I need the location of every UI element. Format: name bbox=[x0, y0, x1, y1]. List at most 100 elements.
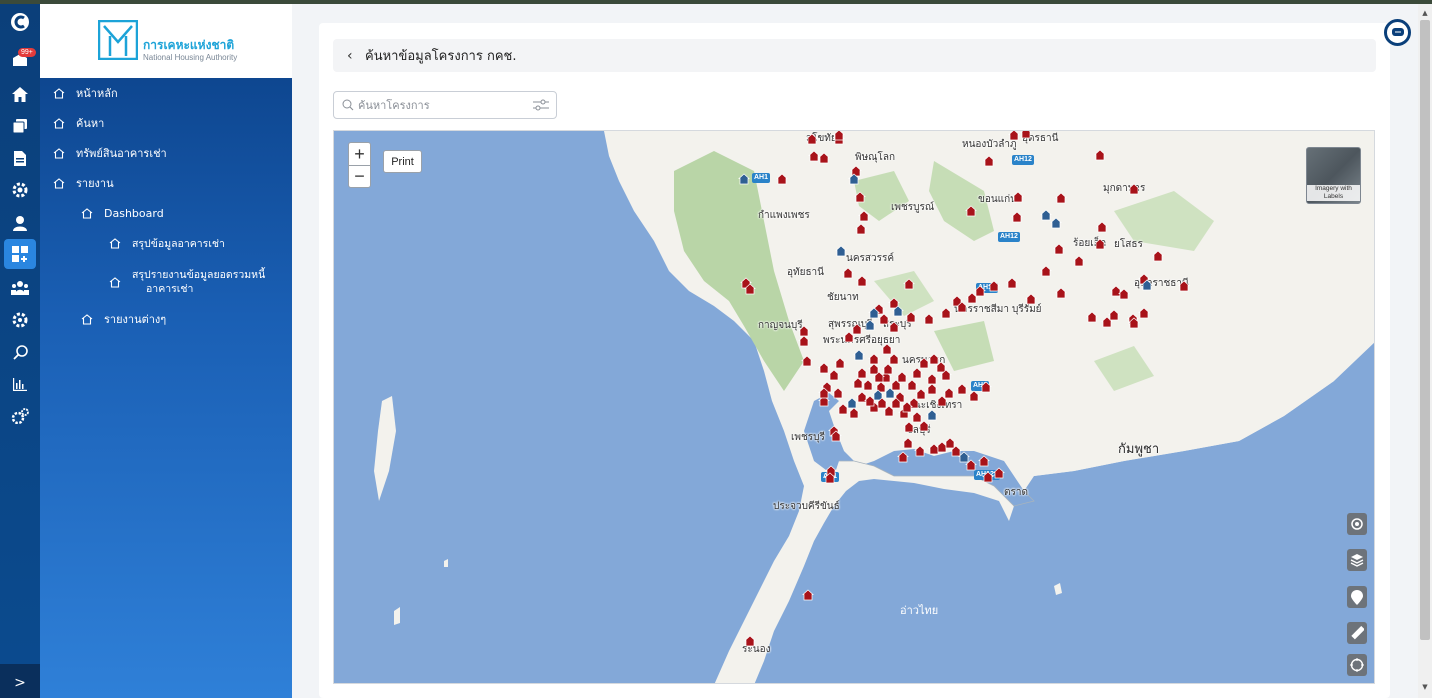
project-marker-icon[interactable] bbox=[926, 373, 938, 385]
project-marker-icon[interactable] bbox=[911, 411, 923, 423]
project-marker-icon[interactable] bbox=[1096, 221, 1108, 233]
layers-button[interactable] bbox=[1347, 549, 1367, 571]
measure-button[interactable] bbox=[1347, 622, 1367, 644]
nav-other-reports[interactable]: รายงานต่างๆ bbox=[80, 308, 166, 330]
project-marker-icon[interactable] bbox=[956, 383, 968, 395]
project-marker-icon[interactable] bbox=[1040, 265, 1052, 277]
zoom-out-button[interactable]: − bbox=[349, 165, 370, 187]
project-marker-icon[interactable] bbox=[856, 367, 868, 379]
project-marker-icon[interactable] bbox=[851, 323, 863, 335]
project-marker-icon[interactable] bbox=[903, 421, 915, 433]
project-marker-icon[interactable] bbox=[926, 383, 938, 395]
project-marker-icon[interactable] bbox=[862, 379, 874, 391]
project-marker-icon[interactable] bbox=[1094, 149, 1106, 161]
nav-home[interactable]: หน้าหลัก bbox=[52, 82, 118, 104]
project-marker-icon[interactable] bbox=[854, 191, 866, 203]
project-marker-icon[interactable] bbox=[1073, 255, 1085, 267]
nav-search[interactable]: ค้นหา bbox=[52, 112, 104, 134]
project-marker-icon[interactable] bbox=[1178, 280, 1190, 292]
nav-rental-summary[interactable]: สรุปข้อมูลอาคารเช่า bbox=[108, 232, 225, 254]
project-marker-icon[interactable] bbox=[926, 409, 938, 421]
project-marker-icon[interactable] bbox=[915, 388, 927, 400]
project-marker-icon[interactable] bbox=[928, 443, 940, 455]
project-marker-icon[interactable] bbox=[868, 363, 880, 375]
project-marker-icon[interactable] bbox=[808, 150, 820, 162]
nav-report[interactable]: รายงาน bbox=[52, 172, 114, 194]
expand-sidebar-button[interactable]: > bbox=[0, 664, 40, 698]
project-marker-icon[interactable] bbox=[1008, 131, 1020, 141]
project-marker-icon[interactable] bbox=[888, 353, 900, 365]
project-marker-icon[interactable] bbox=[798, 335, 810, 347]
chat-icon[interactable] bbox=[1384, 19, 1411, 46]
admin-settings-icon[interactable] bbox=[8, 404, 32, 428]
project-marker-icon[interactable] bbox=[806, 133, 818, 145]
project-marker-icon[interactable] bbox=[918, 420, 930, 432]
project-marker-icon[interactable] bbox=[882, 363, 894, 375]
project-marker-icon[interactable] bbox=[914, 445, 926, 457]
project-marker-icon[interactable] bbox=[868, 353, 880, 365]
scroll-down-arrow-icon[interactable]: ▼ bbox=[1420, 682, 1430, 692]
document-icon[interactable] bbox=[8, 146, 32, 170]
project-marker-icon[interactable] bbox=[968, 390, 980, 402]
project-marker-icon[interactable] bbox=[802, 589, 814, 601]
settings-gear-icon[interactable] bbox=[8, 178, 32, 202]
project-marker-icon[interactable] bbox=[1050, 217, 1062, 229]
project-marker-icon[interactable] bbox=[833, 131, 845, 141]
project-marker-icon[interactable] bbox=[906, 379, 918, 391]
zoom-in-button[interactable]: + bbox=[349, 143, 370, 165]
project-marker-icon[interactable] bbox=[988, 280, 1000, 292]
search-icon[interactable] bbox=[8, 340, 32, 364]
project-marker-icon[interactable] bbox=[1055, 287, 1067, 299]
project-marker-icon[interactable] bbox=[1053, 243, 1065, 255]
project-marker-icon[interactable] bbox=[881, 343, 893, 355]
project-marker-icon[interactable] bbox=[798, 325, 810, 337]
project-marker-icon[interactable] bbox=[1020, 131, 1032, 139]
locate-button[interactable] bbox=[1347, 513, 1367, 535]
project-marker-icon[interactable] bbox=[856, 275, 868, 287]
project-marker-icon[interactable] bbox=[818, 152, 830, 164]
project-marker-icon[interactable] bbox=[944, 437, 956, 449]
user-icon[interactable] bbox=[8, 211, 32, 235]
project-marker-icon[interactable] bbox=[801, 355, 813, 367]
project-marker-icon[interactable] bbox=[744, 635, 756, 647]
project-marker-icon[interactable] bbox=[828, 369, 840, 381]
project-marker-icon[interactable] bbox=[897, 451, 909, 463]
project-marker-icon[interactable] bbox=[1086, 311, 1098, 323]
project-marker-icon[interactable] bbox=[896, 371, 908, 383]
project-marker-icon[interactable] bbox=[832, 387, 844, 399]
scroll-up-arrow-icon[interactable]: ▲ bbox=[1420, 8, 1430, 18]
project-marker-icon[interactable] bbox=[776, 173, 788, 185]
project-marker-icon[interactable] bbox=[864, 319, 876, 331]
project-marker-icon[interactable] bbox=[965, 205, 977, 217]
marker-button[interactable] bbox=[1347, 586, 1367, 608]
project-marker-icon[interactable] bbox=[993, 467, 1005, 479]
layers-icon[interactable] bbox=[8, 114, 32, 138]
project-marker-icon[interactable] bbox=[1025, 293, 1037, 305]
project-marker-icon[interactable] bbox=[837, 403, 849, 415]
project-marker-icon[interactable] bbox=[911, 367, 923, 379]
project-markers[interactable] bbox=[334, 131, 1375, 684]
project-marker-icon[interactable] bbox=[902, 437, 914, 449]
project-marker-icon[interactable] bbox=[818, 362, 830, 374]
filter-sliders-icon[interactable] bbox=[532, 98, 550, 112]
home-icon[interactable] bbox=[8, 82, 32, 106]
project-marker-icon[interactable] bbox=[982, 471, 994, 483]
project-marker-icon[interactable] bbox=[864, 395, 876, 407]
search-input[interactable] bbox=[358, 98, 532, 112]
project-marker-icon[interactable] bbox=[1055, 192, 1067, 204]
project-marker-icon[interactable] bbox=[846, 397, 858, 409]
dashboard-icon[interactable] bbox=[4, 239, 36, 269]
project-map[interactable]: สุโขทัย พิษณุโลก หนองบัวลำภู อุดรธานี มุ… bbox=[333, 130, 1375, 684]
app-logo-icon[interactable] bbox=[8, 10, 32, 34]
project-marker-icon[interactable] bbox=[835, 245, 847, 257]
project-marker-icon[interactable] bbox=[843, 331, 855, 343]
project-marker-icon[interactable] bbox=[850, 165, 862, 177]
project-marker-icon[interactable] bbox=[848, 407, 860, 419]
project-marker-icon[interactable] bbox=[936, 441, 948, 453]
project-marker-icon[interactable] bbox=[928, 353, 940, 365]
project-marker-icon[interactable] bbox=[918, 357, 930, 369]
project-marker-icon[interactable] bbox=[1094, 238, 1106, 250]
nav-debt-summary[interactable]: สรุปรายงานข้อมูลยอดรวมหนี้ อาคารเช่า bbox=[108, 266, 265, 298]
project-marker-icon[interactable] bbox=[834, 357, 846, 369]
project-marker-icon[interactable] bbox=[983, 155, 995, 167]
